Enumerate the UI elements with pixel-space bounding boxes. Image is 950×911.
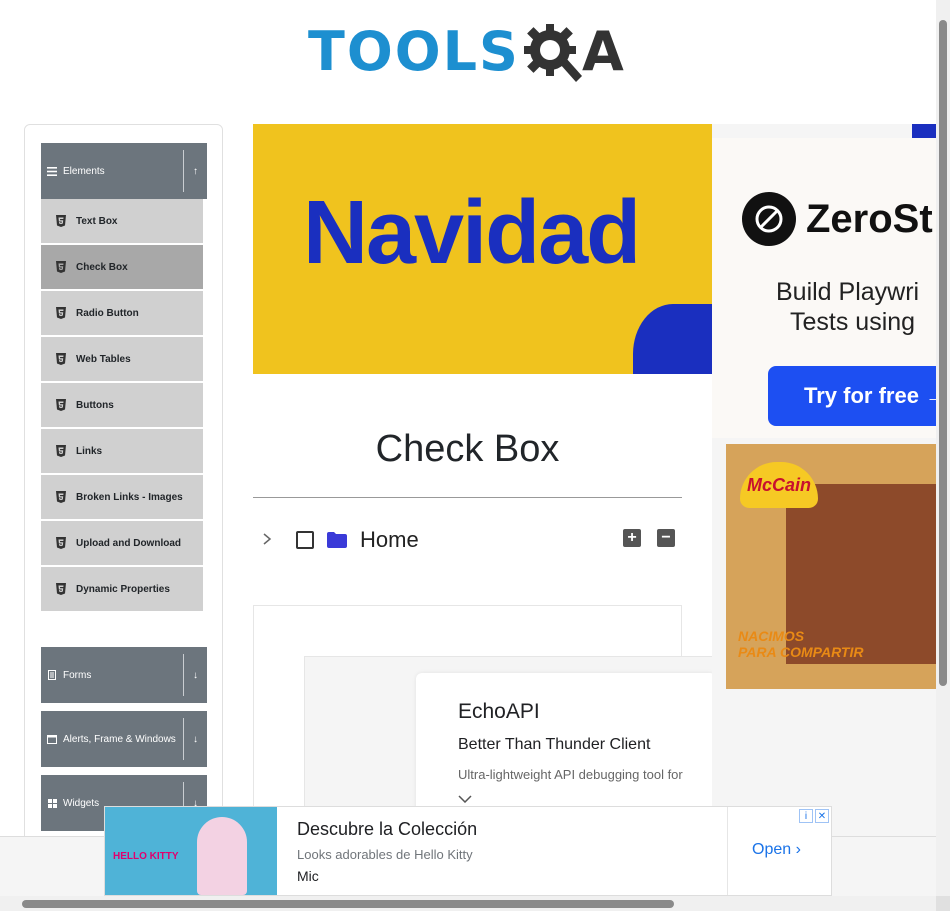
try-for-free-button[interactable]: Try for free → xyxy=(768,366,936,426)
ad-choices: i ✕ xyxy=(799,809,829,823)
zerostep-headline-1: Build Playwri xyxy=(776,278,920,306)
group-header-forms[interactable]: Forms ↓ xyxy=(41,647,207,703)
logo-tools-text: TOOLS xyxy=(308,20,520,83)
banner-ad[interactable]: Navidad xyxy=(253,124,713,374)
form-icon xyxy=(41,670,63,680)
menu-item-label: Buttons xyxy=(76,399,114,411)
menu-item-broken-links[interactable]: Broken Links - Images xyxy=(41,475,203,521)
close-icon[interactable]: ✕ xyxy=(815,809,829,823)
logo-a-text: A xyxy=(581,20,624,83)
mccain-logo: McCain xyxy=(740,462,818,508)
menu-item-web-tables[interactable]: Web Tables xyxy=(41,337,203,383)
folder-icon xyxy=(327,532,347,548)
html5-icon xyxy=(56,353,66,365)
hello-kitty-image: HELLO KITTY xyxy=(105,807,277,895)
echoapi-title[interactable]: EchoAPI xyxy=(458,700,540,724)
sidebar: Elements ↑ Text Box Check Box Radio Butt… xyxy=(24,124,223,844)
group-label: Elements xyxy=(63,165,105,177)
menu-item-radio-button[interactable]: Radio Button xyxy=(41,291,203,337)
html5-icon xyxy=(56,215,66,227)
menu-item-label: Dynamic Properties xyxy=(76,583,170,595)
zerostep-logo-icon xyxy=(742,192,796,246)
group-header-alerts[interactable]: Alerts, Frame & Windows ↓ xyxy=(41,711,207,767)
menu-item-dynamic-properties[interactable]: Dynamic Properties xyxy=(41,567,203,613)
group-header-elements[interactable]: Elements ↑ xyxy=(41,143,207,199)
down-arrow-icon[interactable]: ↓ xyxy=(183,718,207,760)
banner-decoration xyxy=(633,304,713,374)
banner-text: Navidad xyxy=(303,183,641,283)
menu-item-label: Text Box xyxy=(76,215,118,227)
down-arrow-icon[interactable]: ↓ xyxy=(183,654,207,696)
menu-item-text-box[interactable]: Text Box xyxy=(41,199,203,245)
scrollbar-corner xyxy=(936,896,950,911)
menu-item-label: Web Tables xyxy=(76,353,131,365)
menu-item-label: Check Box xyxy=(76,261,128,273)
chevron-down-icon[interactable] xyxy=(458,790,472,806)
open-button[interactable]: Open › xyxy=(752,841,801,859)
bottom-ad-title[interactable]: Descubre la Colección xyxy=(297,819,477,840)
collapse-all-button[interactable]: − xyxy=(657,529,675,547)
echoapi-description: Ultra-lightweight API debugging tool for xyxy=(458,767,683,782)
bottom-banner-ad[interactable]: HELLO KITTY Descubre la Colección Looks … xyxy=(104,806,832,896)
menu-item-label: Links xyxy=(76,445,103,457)
group-label: Alerts, Frame & Windows xyxy=(63,733,176,745)
echoapi-subtitle: Better Than Thunder Client xyxy=(458,736,651,753)
html5-icon xyxy=(56,307,66,319)
home-checkbox[interactable] xyxy=(296,531,314,549)
html5-icon xyxy=(56,537,66,549)
open-label: Open xyxy=(752,841,792,858)
chevron-right-icon: › xyxy=(795,841,801,858)
html5-icon xyxy=(56,445,66,457)
menu-item-label: Radio Button xyxy=(76,307,139,319)
html5-icon xyxy=(56,261,66,273)
horizontal-scrollbar[interactable] xyxy=(0,896,936,911)
html5-icon xyxy=(56,399,66,411)
zerostep-brand: ZeroSt xyxy=(806,196,933,241)
bottom-ad-brand: Mic xyxy=(297,868,319,884)
tree-node-home: Home xyxy=(262,524,419,556)
zerostep-ad[interactable]: ZeroSt Build Playwri Tests using Try for… xyxy=(712,138,936,438)
mccain-tagline-1: NACIMOS xyxy=(738,628,805,644)
window-icon xyxy=(41,734,63,744)
elements-menu-list: Text Box Check Box Radio Button Web Tabl… xyxy=(41,199,205,613)
vertical-scroll-thumb[interactable] xyxy=(939,20,947,686)
tree-node-label[interactable]: Home xyxy=(360,527,419,553)
html5-icon xyxy=(56,583,66,595)
html5-icon xyxy=(56,491,66,503)
menu-item-label: Broken Links - Images xyxy=(76,491,183,503)
title-divider xyxy=(253,497,682,498)
toolsqa-logo[interactable]: TOOLS A xyxy=(308,14,624,90)
page: TOOLS A Elements ↑ Text Box Check Box Ra… xyxy=(0,0,950,911)
zerostep-headline-2: Tests using xyxy=(790,308,916,336)
child-figure xyxy=(197,817,247,895)
horizontal-scroll-thumb[interactable] xyxy=(22,900,674,908)
info-icon[interactable]: i xyxy=(799,809,813,823)
expand-all-button[interactable]: + xyxy=(623,529,641,547)
menu-item-links[interactable]: Links xyxy=(41,429,203,475)
menu-item-buttons[interactable]: Buttons xyxy=(41,383,203,429)
bottom-ad-divider xyxy=(727,807,728,895)
vertical-scrollbar[interactable] xyxy=(936,0,950,896)
menu-item-upload-download[interactable]: Upload and Download xyxy=(41,521,203,567)
hello-kitty-text: HELLO KITTY xyxy=(113,851,179,862)
right-ad-panel[interactable]: ZeroSt Build Playwri Tests using Try for… xyxy=(712,124,936,836)
up-arrow-icon[interactable]: ↑ xyxy=(183,150,207,192)
gear-magnifier-icon xyxy=(523,24,582,82)
group-label: Forms xyxy=(63,669,92,681)
grid-icon xyxy=(41,798,63,808)
zerostep-logo: ZeroSt xyxy=(742,192,933,246)
bottom-ad-subtitle: Looks adorables de Hello Kitty xyxy=(297,847,473,862)
mccain-tagline: NACIMOS PARA COMPARTIR xyxy=(738,628,863,660)
mccain-ad[interactable]: McCain NACIMOS PARA COMPARTIR xyxy=(726,444,936,689)
menu-item-label: Upload and Download xyxy=(76,537,181,549)
ad-decoration xyxy=(912,124,936,138)
page-title: Check Box xyxy=(375,428,560,470)
chevron-right-icon[interactable] xyxy=(262,532,276,549)
mccain-tagline-2: PARA COMPARTIR xyxy=(738,644,864,660)
menu-item-check-box[interactable]: Check Box xyxy=(41,245,203,291)
hamburger-icon xyxy=(41,166,63,176)
